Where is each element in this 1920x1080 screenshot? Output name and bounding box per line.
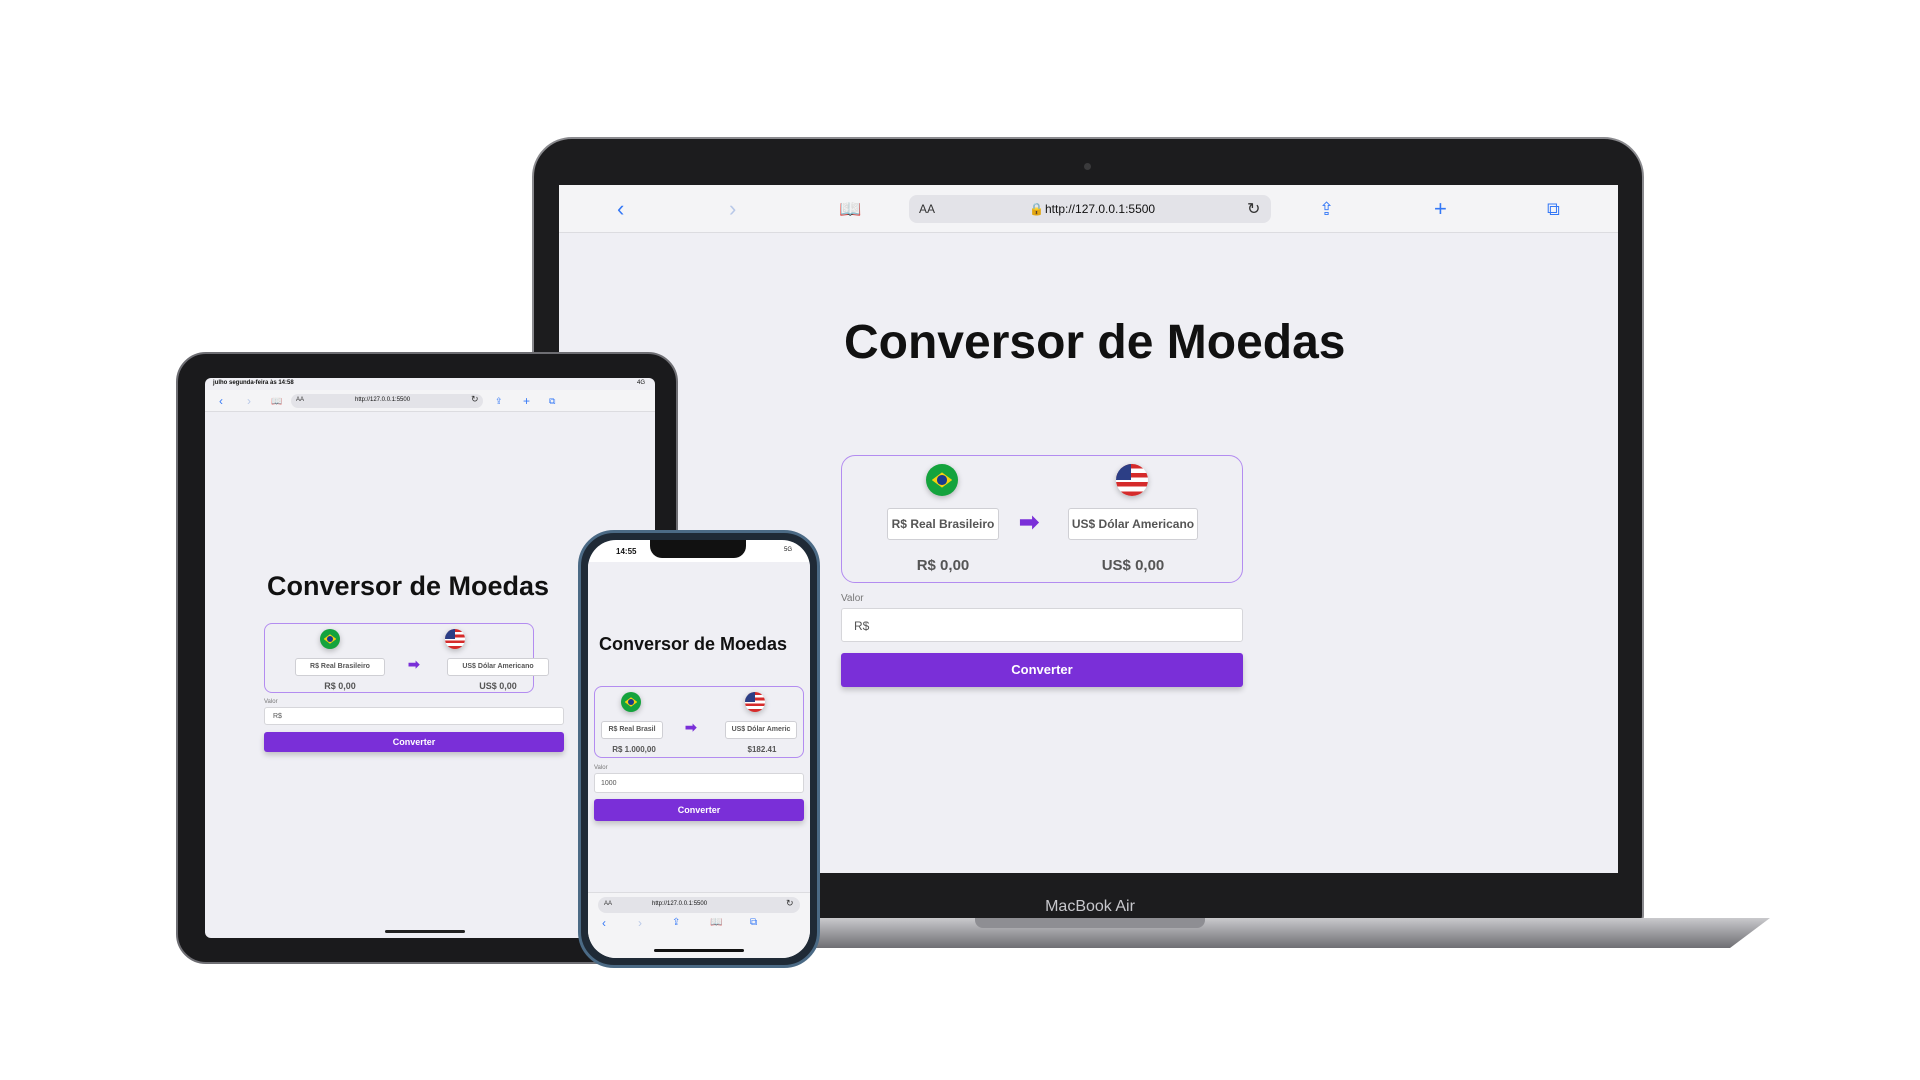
device-mockup-stage: MacBook Air ‹ › 📖 AA 🔒 http://127.0.0.1:…: [0, 0, 1920, 1080]
from-amount: R$ 0,00: [916, 557, 970, 574]
text-size-button[interactable]: AA: [919, 202, 935, 216]
url-text: http://127.0.0.1:5500: [1045, 202, 1156, 216]
text-size-button[interactable]: AA: [296, 397, 304, 403]
iphone-status-signal: 5G: [783, 547, 792, 553]
macbook-camera: [1084, 163, 1091, 170]
ipad-safari-toolbar: ‹ › 📖 AA http://127.0.0.1:5500 ↻ ⇪ + ⧉: [205, 390, 655, 412]
forward-icon[interactable]: ›: [638, 913, 642, 933]
forward-icon[interactable]: ›: [247, 390, 251, 412]
back-icon[interactable]: ‹: [617, 185, 624, 233]
brazil-flag-icon: [320, 629, 340, 649]
currency-card: R$ Real Brasileiro ➡ US$ Dólar Americano…: [264, 623, 549, 693]
iphone-screen: 14:55 5G Conversor de Moedas R$ Real Bra…: [588, 540, 810, 958]
value-label: Valor: [264, 699, 278, 705]
value-label: Valor: [594, 765, 608, 771]
safari-toolbar: ‹ › 📖 AA 🔒 http://127.0.0.1:5500 ↻ ⇪ + ⧉: [559, 185, 1618, 233]
from-currency-select[interactable]: R$ Real Brasil: [601, 721, 663, 739]
currency-card: R$ Real Brasileiro ➡ US$ Dólar Americano…: [841, 455, 1243, 583]
address-bar[interactable]: AA 🔒 http://127.0.0.1:5500 ↻: [909, 195, 1271, 223]
usa-flag-icon: [745, 692, 765, 712]
macbook-base: [770, 918, 1770, 948]
new-tab-icon[interactable]: +: [523, 390, 530, 412]
lock-icon: 🔒: [1029, 202, 1044, 216]
value-label: Valor: [841, 593, 864, 604]
arrow-right-icon: ➡: [685, 719, 697, 735]
ipad-status-time: julho segunda-feira às 14:58: [213, 380, 294, 386]
brazil-flag-icon: [926, 464, 958, 496]
tabs-icon[interactable]: ⧉: [750, 913, 757, 933]
page-title: Conversor de Moedas: [599, 634, 788, 654]
to-currency-select[interactable]: US$ Dólar Americ: [725, 721, 797, 739]
bookmarks-icon[interactable]: 📖: [271, 390, 282, 412]
bookmarks-icon[interactable]: 📖: [839, 185, 861, 233]
macbook-notch: [975, 918, 1205, 928]
share-icon[interactable]: ⇪: [495, 390, 503, 412]
arrow-right-icon: ➡: [1019, 509, 1040, 536]
convert-button[interactable]: Converter: [264, 732, 564, 752]
back-icon[interactable]: ‹: [219, 390, 223, 412]
iphone-address-bar[interactable]: AA http://127.0.0.1:5500 ↻: [598, 897, 800, 913]
iphone-home-indicator: [654, 949, 744, 952]
url-text: http://127.0.0.1:5500: [652, 901, 708, 907]
to-amount: $182.41: [747, 745, 777, 754]
reload-icon[interactable]: ↻: [1247, 199, 1260, 219]
to-amount: US$ 0,00: [1101, 557, 1165, 574]
to-currency-select[interactable]: US$ Dólar Americano: [447, 658, 549, 676]
tabs-icon[interactable]: ⧉: [1547, 185, 1560, 233]
from-amount: R$ 1.000,00: [612, 745, 656, 754]
tabs-icon[interactable]: ⧉: [549, 390, 555, 412]
ipad-home-indicator: [385, 930, 465, 933]
value-input[interactable]: R$: [841, 608, 1243, 642]
page-title: Conversor de Moedas: [267, 571, 550, 601]
currency-card: R$ Real Brasil ➡ US$ Dólar Americ R$ 1.0…: [594, 686, 804, 758]
bookmarks-icon[interactable]: 📖: [710, 913, 722, 933]
new-tab-icon[interactable]: +: [1434, 185, 1447, 233]
from-currency-select[interactable]: R$ Real Brasileiro: [295, 658, 385, 676]
share-icon[interactable]: ⇪: [672, 913, 680, 933]
value-input[interactable]: 1000: [594, 773, 804, 793]
reload-icon[interactable]: ↻: [786, 898, 794, 909]
forward-icon[interactable]: ›: [729, 185, 736, 233]
from-currency-select[interactable]: R$ Real Brasileiro: [887, 508, 999, 540]
convert-button[interactable]: Converter: [594, 799, 804, 821]
ipad-status-signal: 4G: [636, 380, 645, 386]
from-amount: R$ 0,00: [324, 681, 356, 691]
back-icon[interactable]: ‹: [602, 913, 606, 933]
url-text: http://127.0.0.1:5500: [355, 397, 411, 403]
usa-flag-icon: [445, 629, 465, 649]
share-icon[interactable]: ⇪: [1319, 185, 1334, 233]
ipad-address-bar[interactable]: AA http://127.0.0.1:5500 ↻: [291, 394, 483, 408]
iphone-app-content: Conversor de Moedas R$ Real Brasil ➡ US$…: [588, 562, 810, 892]
iphone-status-time: 14:55: [616, 547, 637, 556]
usa-flag-icon: [1116, 464, 1148, 496]
brazil-flag-icon: [621, 692, 641, 712]
page-title: Conversor de Moedas: [844, 316, 1346, 369]
value-input[interactable]: R$: [264, 707, 564, 725]
arrow-right-icon: ➡: [408, 656, 420, 672]
macbook-label: MacBook Air: [1045, 898, 1135, 915]
iphone-notch: [650, 540, 746, 558]
text-size-button[interactable]: AA: [604, 901, 612, 907]
convert-button[interactable]: Converter: [841, 653, 1243, 687]
to-currency-select[interactable]: US$ Dólar Americano: [1068, 508, 1198, 540]
to-amount: US$ 0,00: [479, 681, 517, 691]
reload-icon[interactable]: ↻: [471, 394, 479, 405]
